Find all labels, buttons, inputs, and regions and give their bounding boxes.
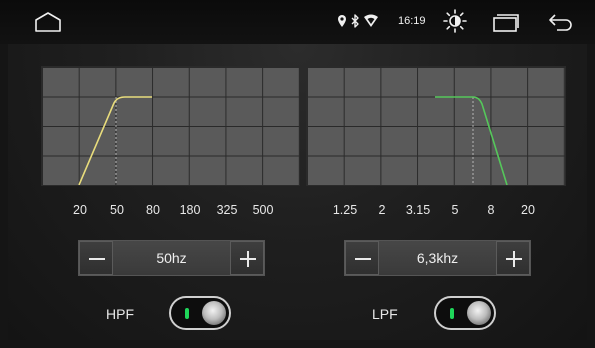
lpf-frequency-stepper: 6,3khz (344, 240, 531, 276)
minus-icon (89, 258, 105, 260)
hpf-frequency-value: 50hz (156, 250, 187, 266)
lpf-tick: 1.25 (332, 203, 358, 217)
lpf-curve (435, 96, 508, 185)
lpf-increase-button[interactable] (496, 241, 530, 275)
status-bar: 16:19 (0, 0, 595, 44)
home-icon[interactable] (34, 11, 62, 33)
lpf-tick: 20 (521, 203, 535, 217)
toggle-on-indicator (450, 308, 454, 319)
recent-apps-icon[interactable] (492, 13, 520, 33)
minus-icon (355, 258, 371, 260)
brightness-icon[interactable] (443, 9, 467, 33)
hpf-toggle[interactable] (169, 296, 231, 330)
lpf-x-axis: 1.25 2 3.15 5 8 20 (0, 203, 595, 221)
hpf-increase-button[interactable] (230, 241, 264, 275)
toggle-on-indicator (185, 308, 189, 319)
hpf-graph (42, 67, 299, 185)
lpf-label: LPF (372, 306, 398, 322)
toggle-knob (202, 301, 226, 325)
bluetooth-icon (350, 14, 360, 28)
lpf-tick: 5 (451, 203, 459, 217)
location-icon (337, 14, 347, 28)
lpf-graph (307, 67, 565, 185)
lpf-decrease-button[interactable] (345, 241, 379, 275)
hpf-frequency-stepper: 50hz (78, 240, 265, 276)
back-icon[interactable] (547, 12, 575, 32)
clock: 16:19 (398, 15, 426, 27)
hpf-decrease-button[interactable] (79, 241, 113, 275)
lpf-tick: 8 (487, 203, 495, 217)
wifi-icon (363, 14, 379, 28)
lpf-toggle[interactable] (434, 296, 496, 330)
lpf-frequency-value: 6,3khz (416, 250, 459, 266)
lpf-tick: 2 (378, 203, 386, 217)
lpf-tick: 3.15 (405, 203, 431, 217)
hpf-curve (78, 96, 152, 185)
hpf-label: HPF (106, 306, 134, 322)
toggle-knob (467, 301, 491, 325)
